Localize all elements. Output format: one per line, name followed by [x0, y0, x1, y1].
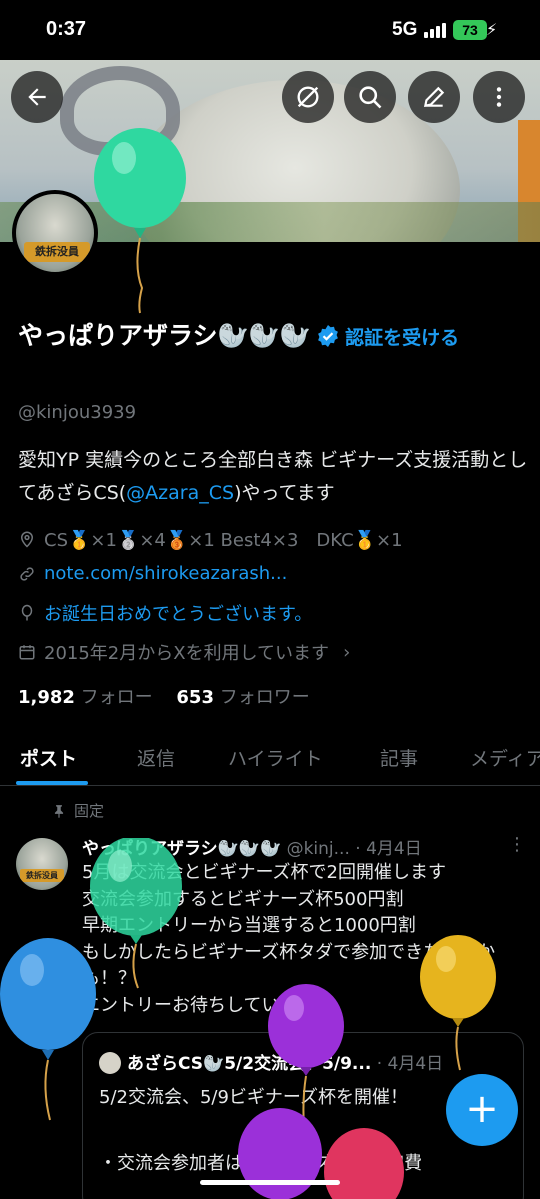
quoted-date: 4月4日	[387, 1054, 444, 1074]
post-line: もしかしたらビギナーズ杯タダで参加できちゃうかも！？	[82, 941, 496, 990]
pinned-label-row: 固定	[52, 800, 104, 821]
following-link[interactable]: 1,982 フォロー	[18, 687, 153, 708]
network-label: 5G	[392, 19, 418, 40]
post-date: 4月4日	[366, 839, 422, 859]
profile-handle: @kinjou3939	[18, 402, 137, 423]
edit-button[interactable]	[408, 71, 460, 123]
avatar-tag: 鉄拆没員	[24, 242, 90, 262]
more-vertical-icon	[496, 87, 502, 107]
search-icon	[359, 86, 382, 109]
quoted-post-header: あざらCS🦭5/2交流会、5/9... · 4月4日	[99, 1049, 519, 1074]
website-link[interactable]: note.com/shirokeazarash...	[44, 563, 287, 584]
balloon-icon	[21, 604, 33, 621]
link-icon	[20, 566, 34, 581]
tab-highlights[interactable]: ハイライト	[228, 744, 323, 771]
following-count: 1,982	[18, 687, 75, 708]
tab-articles[interactable]: 記事	[380, 744, 418, 771]
website-row: note.com/shirokeazarash...	[18, 563, 287, 584]
profile-name-row: やっぱりアザラシ🦭🦭🦭 認証を受ける	[18, 316, 528, 357]
tab-media[interactable]: メディア	[470, 744, 540, 771]
battery-icon: 73	[453, 20, 487, 40]
home-indicator[interactable]	[200, 1180, 340, 1185]
profile-name: やっぱりアザラシ🦭🦭🦭	[18, 321, 311, 350]
status-time: 0:37	[46, 18, 87, 40]
post-avatar-tag: 鉄拆没員	[20, 869, 64, 882]
birthday-text[interactable]: お誕生日おめでとうございます。	[44, 600, 312, 626]
chevron-right-icon: ›	[343, 641, 351, 663]
post-more-icon[interactable]: ⋮	[508, 834, 526, 855]
status-bar: 0:37 5G 73 ⚡	[0, 0, 540, 62]
joined-row[interactable]: 2015年2月からXを利用しています ›	[18, 639, 350, 665]
followers-label: フォロワー	[219, 687, 310, 708]
quoted-author-name: あざらCS🦭5/2交流会、5/9...	[127, 1054, 372, 1074]
verified-badge-icon[interactable]	[316, 324, 340, 348]
post-line: 5月は交流会とビギナーズ杯で2回開催します	[82, 862, 447, 883]
quoted-avatar	[99, 1052, 121, 1074]
birthday-row: お誕生日おめでとうございます。	[18, 600, 312, 626]
post-avatar[interactable]: 鉄拆没員	[16, 838, 68, 890]
mute-icon	[297, 86, 319, 108]
post-author-name[interactable]: やっぱりアザラシ🦭🦭🦭	[82, 839, 281, 859]
post-line: 早期エントリーから当選すると1000円割	[82, 915, 416, 936]
pinned-label: 固定	[74, 802, 105, 820]
back-button[interactable]	[11, 71, 63, 123]
compose-post-button[interactable]: +	[446, 1074, 518, 1146]
search-button[interactable]	[344, 71, 396, 123]
more-button[interactable]	[473, 71, 525, 123]
post-header: やっぱりアザラシ🦭🦭🦭 @kinj... · 4月4日	[82, 839, 422, 859]
pin-icon	[54, 804, 64, 818]
location-pin-icon	[20, 531, 34, 548]
joined-text: 2015年2月からXを利用しています	[44, 643, 330, 664]
location-row: CS🥇×1🥈×4🥉×1 Best4×3 DKC🥇×1	[18, 526, 403, 552]
follow-counts: 1,982 フォロー 653 フォロワー	[18, 683, 310, 709]
bio-text-end: )やってます	[234, 482, 335, 504]
post-line: 交流会参加するとビギナーズ杯500円割	[82, 888, 404, 910]
calendar-icon	[19, 645, 35, 660]
get-verified-link[interactable]: 認証を受ける	[345, 327, 459, 349]
profile-avatar[interactable]: 鉄拆没員	[12, 190, 98, 276]
active-tab-indicator	[16, 781, 88, 785]
profile-tabs: ポスト 返信 ハイライト 記事 メディア	[0, 732, 540, 786]
profile-bio: 愛知YP 実績今のところ全部白き森 ビギナーズ支援活動としてあざらCS(@Aza…	[18, 444, 528, 510]
signal-icon	[424, 22, 446, 38]
edit-icon	[423, 86, 445, 108]
mute-button[interactable]	[282, 71, 334, 123]
following-label: フォロー	[80, 687, 153, 708]
location-text: CS🥇×1🥈×4🥉×1 Best4×3 DKC🥇×1	[44, 530, 403, 551]
followers-count: 653	[176, 687, 214, 708]
bio-mention-link[interactable]: @Azara_CS	[126, 482, 234, 504]
tab-posts[interactable]: ポスト	[20, 744, 77, 771]
followers-link[interactable]: 653 フォロワー	[176, 687, 309, 708]
post-author-handle: @kinj...	[286, 839, 350, 859]
tab-replies[interactable]: 返信	[137, 744, 175, 771]
charging-icon: ⚡	[486, 20, 498, 39]
back-arrow-icon	[28, 88, 46, 106]
post-line: エントリーお待ちしています！	[82, 994, 334, 1016]
post-body[interactable]: 5月は交流会とビギナーズ杯で2回開催します 交流会参加するとビギナーズ杯500円…	[82, 860, 528, 1019]
